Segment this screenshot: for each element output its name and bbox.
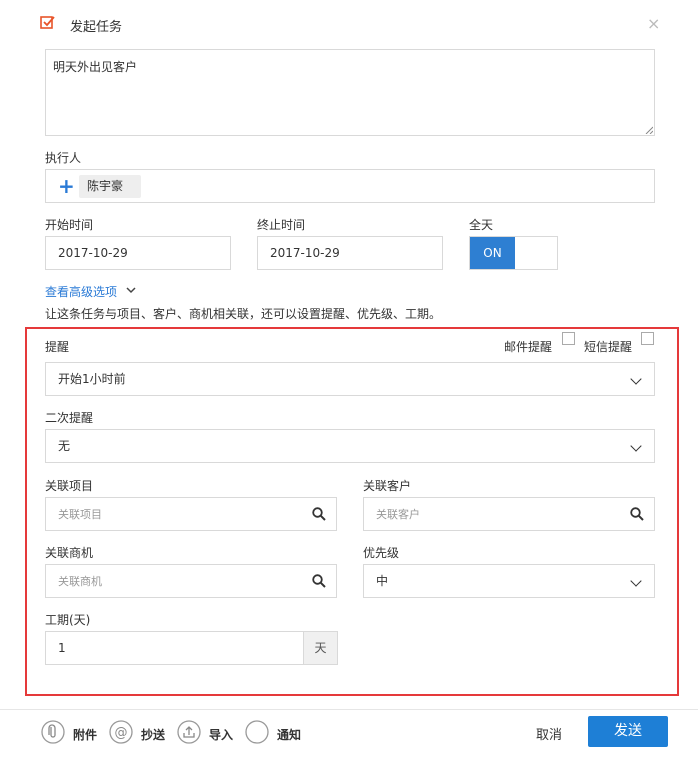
opportunity-label: 关联商机	[45, 546, 94, 560]
duration-label: 工期(天)	[45, 613, 91, 627]
duration-input[interactable]: 1	[45, 631, 304, 665]
email-reminder-label: 邮件提醒	[504, 340, 553, 354]
opportunity-placeholder: 关联商机	[58, 575, 102, 588]
project-label: 关联项目	[45, 479, 94, 493]
second-reminder-label: 二次提醒	[45, 411, 94, 425]
allday-toggle[interactable]: ON	[469, 236, 558, 270]
project-placeholder: 关联项目	[58, 508, 102, 521]
task-content-input[interactable]: 明天外出见客户	[45, 49, 655, 136]
chevron-down-icon	[630, 373, 642, 385]
reminder-select[interactable]: 开始1小时前	[45, 362, 655, 396]
import-button[interactable]: 导入	[209, 726, 233, 743]
end-time-input[interactable]: 2017-10-29	[257, 236, 443, 270]
start-time-label: 开始时间	[45, 218, 94, 232]
executor-chip[interactable]: 陈宇豪	[79, 175, 141, 198]
project-search-input[interactable]: 关联项目	[45, 497, 337, 531]
svg-text:@: @	[115, 726, 128, 741]
chevron-down-icon[interactable]	[126, 286, 136, 294]
second-reminder-value: 无	[58, 439, 71, 453]
second-reminder-select[interactable]: 无	[45, 429, 655, 463]
task-check-icon	[40, 16, 55, 29]
advanced-description: 让这条任务与项目、客户、商机相关联，还可以设置提醒、优先级、工期。	[45, 307, 442, 321]
notify-circle-icon[interactable]	[245, 720, 269, 744]
upload-icon[interactable]	[177, 720, 201, 744]
add-executor-icon[interactable]: +	[58, 175, 75, 197]
cancel-button[interactable]: 取消	[536, 724, 562, 743]
cc-button[interactable]: 抄送	[141, 726, 165, 743]
chevron-down-icon	[630, 575, 642, 587]
chevron-down-icon	[630, 440, 642, 452]
attachment-button[interactable]: 附件	[73, 726, 97, 743]
sms-reminder-label: 短信提醒	[584, 340, 633, 354]
opportunity-search-input[interactable]: 关联商机	[45, 564, 337, 598]
executor-label: 执行人	[45, 151, 82, 165]
search-icon[interactable]	[630, 507, 644, 521]
priority-value: 中	[376, 574, 389, 588]
send-button[interactable]: 发送	[588, 716, 668, 747]
customer-search-input[interactable]: 关联客户	[363, 497, 655, 531]
end-time-label: 终止时间	[257, 218, 306, 232]
allday-label: 全天	[469, 218, 494, 232]
resize-grip-icon[interactable]	[645, 126, 653, 134]
dialog-title: 发起任务	[70, 20, 123, 35]
allday-toggle-on: ON	[470, 237, 515, 269]
email-reminder-checkbox[interactable]	[562, 332, 575, 345]
notify-button[interactable]: 通知	[277, 726, 301, 743]
at-icon[interactable]: @	[109, 720, 133, 744]
start-time-input[interactable]: 2017-10-29	[45, 236, 231, 270]
reminder-label: 提醒	[45, 340, 70, 354]
priority-select[interactable]: 中	[363, 564, 655, 598]
duration-unit: 天	[303, 631, 338, 665]
advanced-options-link[interactable]: 查看高级选项	[45, 283, 117, 300]
customer-label: 关联客户	[363, 479, 412, 493]
search-icon[interactable]	[312, 574, 326, 588]
priority-label: 优先级	[363, 546, 400, 560]
attachment-icon[interactable]	[41, 720, 65, 744]
reminder-select-value: 开始1小时前	[58, 372, 126, 386]
footer-divider	[0, 709, 698, 710]
sms-reminder-checkbox[interactable]	[641, 332, 654, 345]
close-icon[interactable]: ×	[647, 16, 660, 32]
customer-placeholder: 关联客户	[376, 508, 420, 521]
search-icon[interactable]	[312, 507, 326, 521]
